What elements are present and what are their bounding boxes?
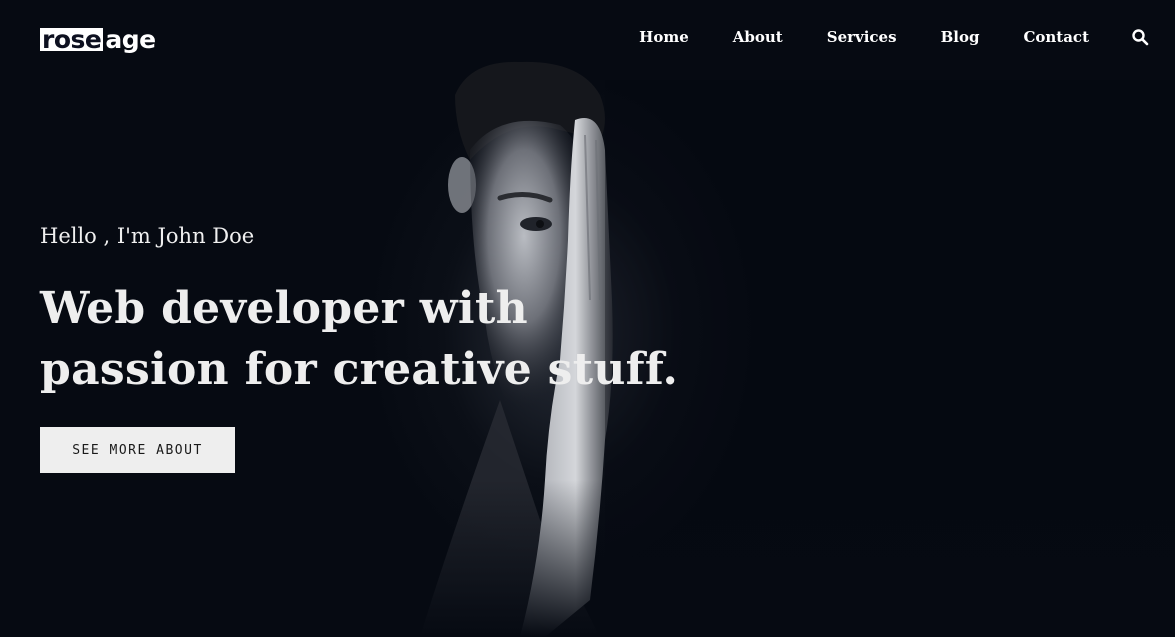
logo-rest-text: age	[105, 24, 156, 54]
hero-headline-line1: Web developer with	[40, 283, 528, 334]
site-logo[interactable]: rose age	[40, 24, 156, 54]
nav-item-contact[interactable]: Contact	[1023, 28, 1089, 46]
hero-section: rose age Home About Services Blog Contac…	[0, 0, 1175, 637]
search-icon[interactable]	[1131, 28, 1149, 46]
hero-headline-line2: passion for creative stuff.	[40, 344, 679, 395]
nav-item-about[interactable]: About	[733, 28, 783, 46]
nav-item-services[interactable]: Services	[827, 28, 897, 46]
nav-item-blog[interactable]: Blog	[941, 28, 980, 46]
site-header: rose age Home About Services Blog Contac…	[0, 0, 1175, 80]
nav-item-home[interactable]: Home	[639, 28, 689, 46]
main-nav: Home About Services Blog Contact	[595, 28, 1149, 46]
see-more-about-button[interactable]: SEE MORE ABOUT	[40, 427, 235, 473]
hero-greeting: Hello , I'm John Doe	[40, 224, 255, 248]
logo-boxed-text: rose	[40, 24, 104, 54]
hero-headline: Web developer with passion for creative …	[40, 278, 720, 400]
